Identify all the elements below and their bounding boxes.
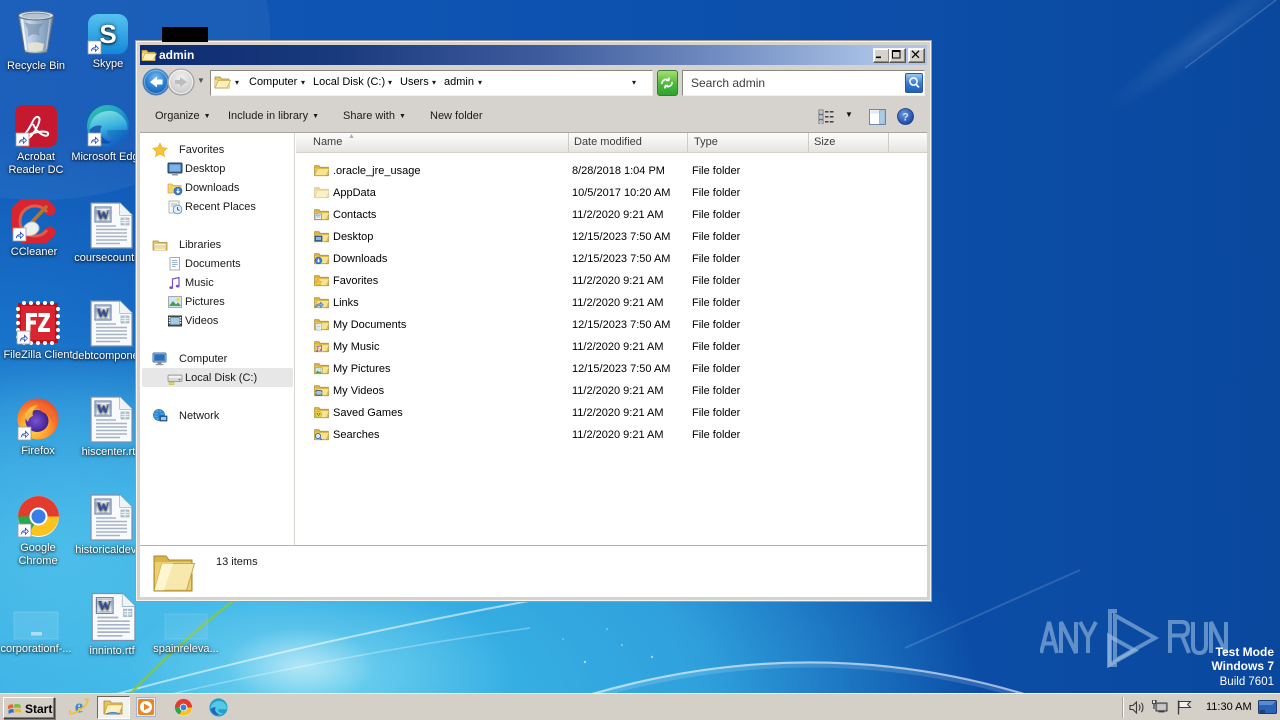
svg-text:?: ? (902, 112, 909, 124)
svg-text:e: e (75, 697, 83, 717)
